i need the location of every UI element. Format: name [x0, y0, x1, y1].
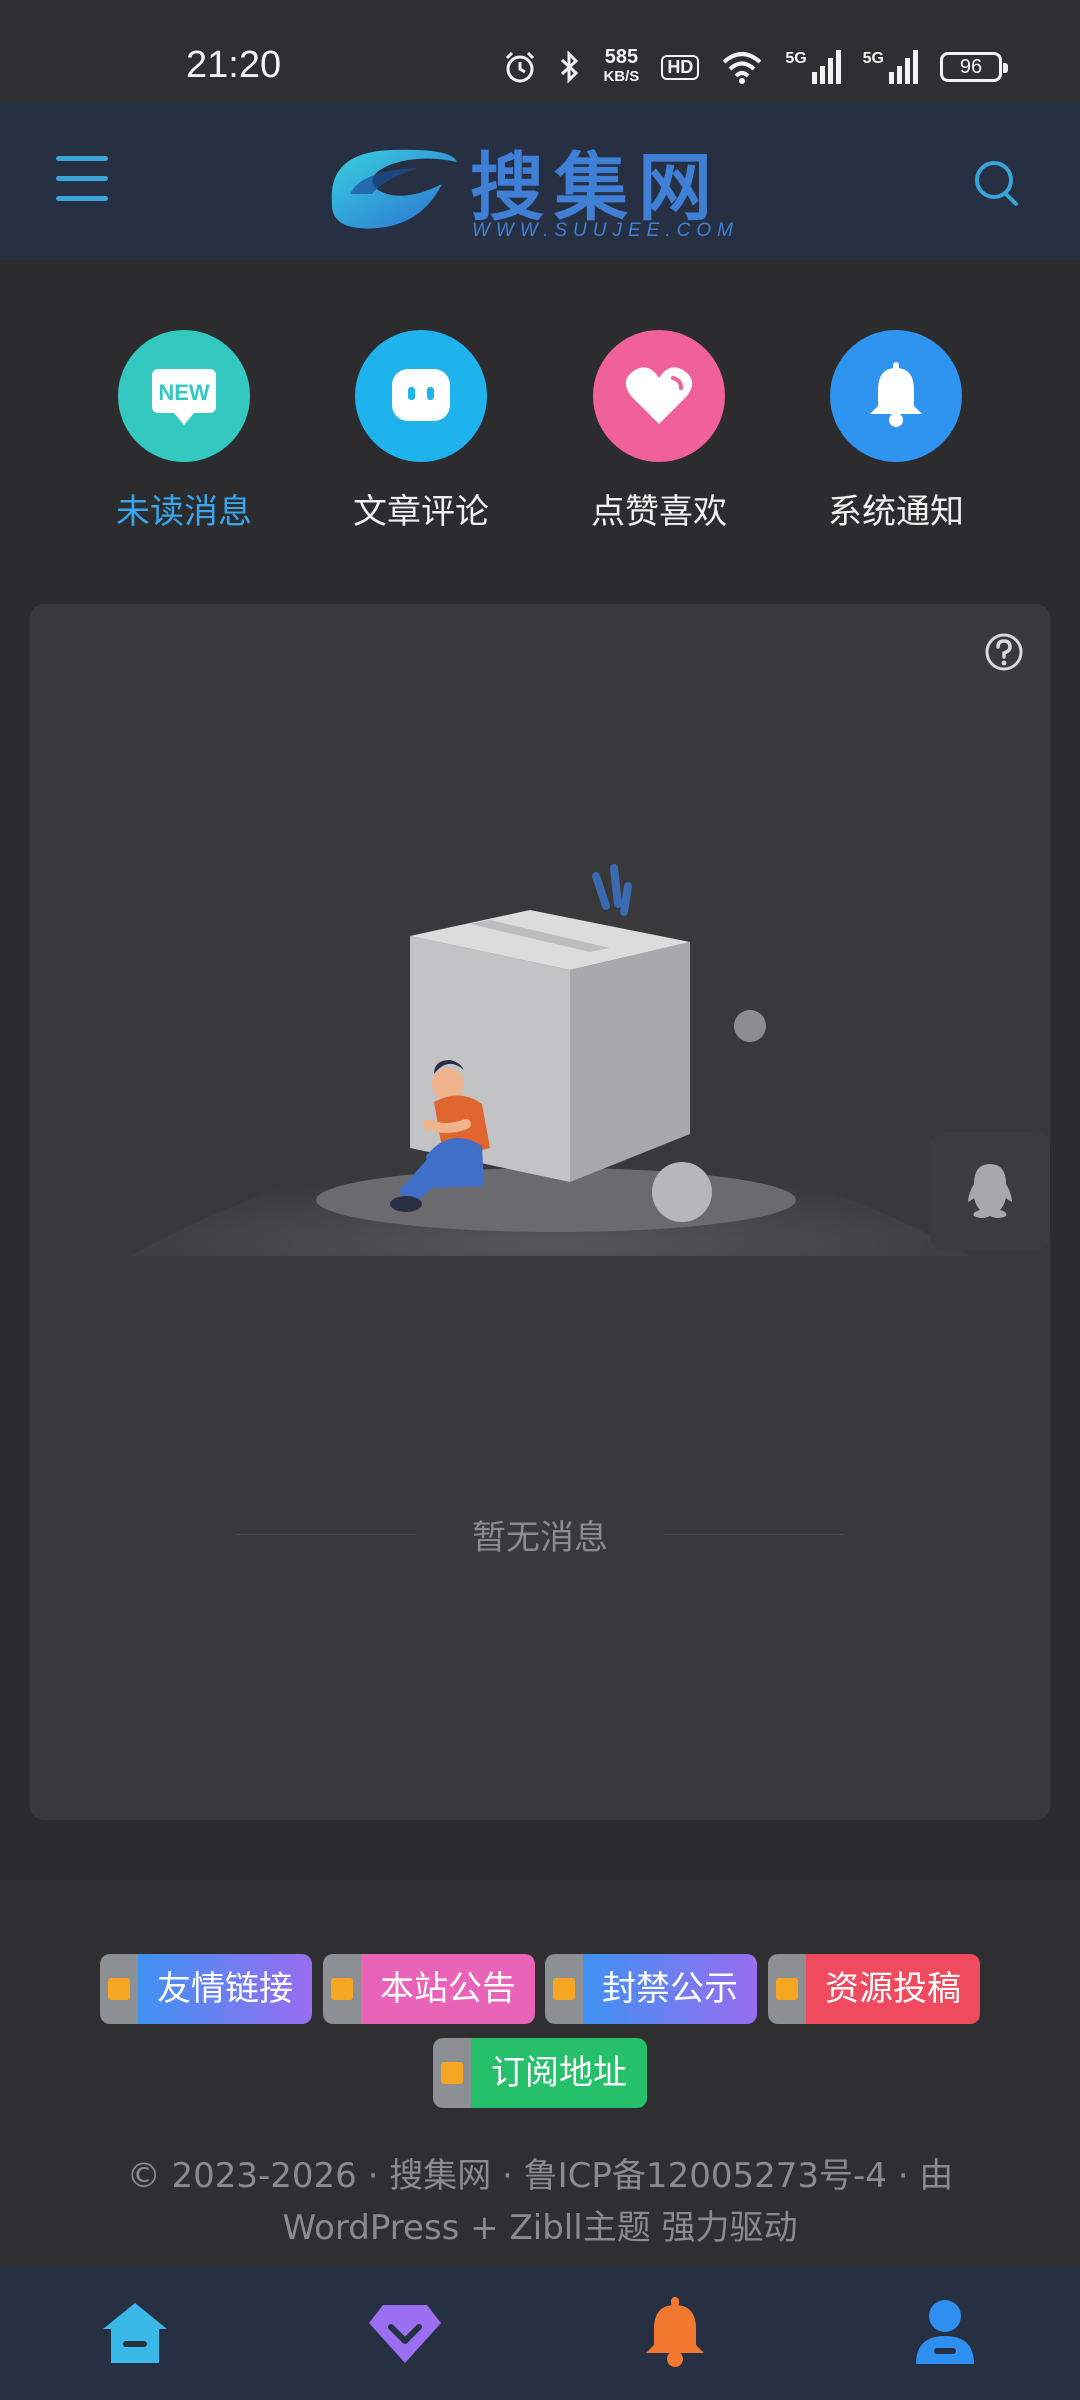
tag-ban-notice[interactable]: 封禁公示: [545, 1954, 757, 2024]
qq-penguin-icon: [968, 1164, 1012, 1218]
diamond-vip-icon: [369, 2305, 441, 2363]
message-category-nav: NEW 未读消息 文章评论 点赞喜欢 系统通知: [0, 330, 1080, 533]
user-icon: [916, 2300, 974, 2364]
divider-right: [664, 1534, 844, 1535]
question-circle-icon[interactable]: [984, 632, 1024, 672]
nav-label: 点赞喜欢: [591, 492, 727, 532]
svg-text:NEW: NEW: [158, 380, 210, 405]
nav-label: 系统通知: [828, 492, 964, 532]
tab-profile[interactable]: [810, 2266, 1080, 2400]
tag-friend-links[interactable]: 友情链接: [100, 1954, 312, 2024]
nav-label: 文章评论: [353, 492, 489, 532]
tab-vip[interactable]: [270, 2266, 540, 2400]
net-speed: 585 KB/S: [603, 47, 639, 87]
signal-5g-label-2: 5G: [862, 50, 884, 67]
wifi-icon: [722, 52, 762, 84]
tag-label: 订阅地址: [471, 2038, 647, 2108]
battery-indicator: 96: [940, 52, 1008, 82]
alarm-icon: [506, 51, 535, 83]
bell-icon: [646, 2297, 704, 2367]
tag-subscribe[interactable]: 订阅地址: [433, 2038, 647, 2108]
tag-resource-submit[interactable]: 资源投稿: [768, 1954, 980, 2024]
messages-panel: 暂无消息: [30, 604, 1050, 1820]
nav-likes[interactable]: 点赞喜欢: [559, 330, 759, 533]
logo-swirl-icon: [331, 149, 457, 229]
site-header: 搜集网 WWW.SUUJEE.COM: [0, 102, 1080, 260]
copyright: © 2023-2026 · 搜集网 · 鲁ICP备12005273号-4 · 由…: [0, 2150, 1080, 2254]
bell-icon: [830, 330, 962, 462]
comment-bubble-icon: [355, 330, 487, 462]
empty-message-text: 暂无消息: [472, 1518, 608, 1558]
status-time: 21:20: [186, 44, 282, 86]
tag-marker-icon: [553, 1978, 575, 2000]
tab-home[interactable]: [0, 2266, 270, 2400]
nav-label: 未读消息: [116, 492, 252, 532]
bluetooth-icon: [561, 50, 579, 84]
tag-marker-icon: [441, 2062, 463, 2084]
tag-site-announcement[interactable]: 本站公告: [323, 1954, 535, 2024]
heart-icon: [593, 330, 725, 462]
nav-system-notice[interactable]: 系统通知: [796, 330, 996, 533]
tab-notifications[interactable]: [540, 2266, 810, 2400]
net-speed-value: 585: [604, 46, 639, 68]
signal-5g-1: 5G: [785, 50, 841, 84]
tag-marker-icon: [331, 1978, 353, 2000]
menu-icon: [56, 156, 108, 161]
search-icon: [975, 161, 1018, 206]
tag-marker-icon: [776, 1978, 798, 2000]
copyright-line-1: © 2023-2026 · 搜集网 · 鲁ICP备12005273号-4 · 由: [126, 2156, 954, 2196]
status-icons: 585 KB/S HD 5G 5G 96: [503, 44, 1008, 90]
logo-text: 搜集网: [470, 145, 722, 231]
logo-subtitle: WWW.SUUJEE.COM: [472, 220, 739, 241]
net-speed-unit: KB/S: [603, 68, 640, 85]
tag-marker-icon: [108, 1978, 130, 2000]
nav-unread-messages[interactable]: NEW 未读消息: [84, 330, 284, 533]
signal-5g-label-1: 5G: [785, 50, 807, 67]
menu-button[interactable]: [56, 156, 112, 204]
qq-contact-button[interactable]: [930, 1132, 1050, 1250]
tag-label: 友情链接: [138, 1954, 312, 2024]
tag-label: 资源投稿: [806, 1954, 980, 2024]
status-bar: 21:20 585 KB/S HD 5G 5G 96: [0, 0, 1080, 102]
tag-label: 封禁公示: [583, 1954, 757, 2024]
site-logo[interactable]: 搜集网 WWW.SUUJEE.COM: [322, 124, 762, 246]
home-icon: [103, 2303, 167, 2363]
signal-5g-2: 5G: [863, 50, 918, 84]
empty-box-illustration: [130, 864, 970, 1256]
tag-label: 本站公告: [361, 1954, 535, 2024]
nav-article-comments[interactable]: 文章评论: [321, 330, 521, 533]
new-badge-icon: NEW: [118, 330, 250, 462]
hd-badge: HD: [661, 54, 700, 80]
copyright-line-2: WordPress + Zibll主题 强力驱动: [282, 2208, 798, 2248]
bottom-tab-bar: [0, 2266, 1080, 2400]
search-button[interactable]: [972, 158, 1022, 208]
